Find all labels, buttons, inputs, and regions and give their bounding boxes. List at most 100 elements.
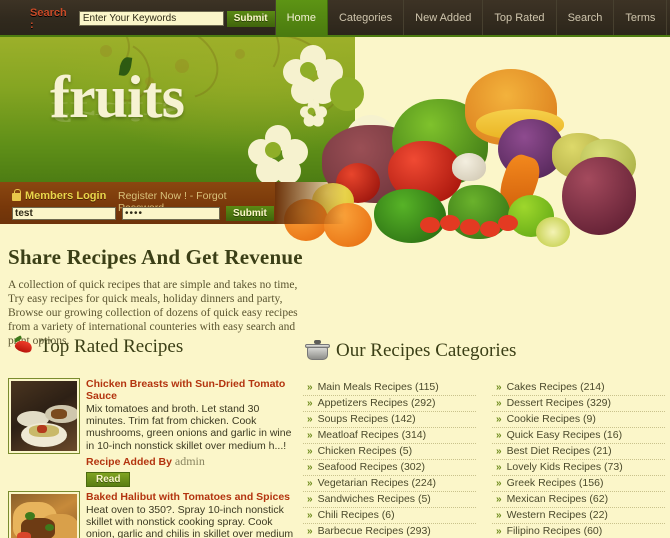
nav-item-terms[interactable]: Terms: [614, 0, 668, 37]
password-input[interactable]: [122, 207, 220, 220]
chevron-right-icon: »: [496, 462, 502, 473]
search-label: Search :: [30, 6, 67, 31]
category-item[interactable]: » Dessert Recipes (329): [492, 396, 665, 412]
recipe-thumbnail[interactable]: [8, 378, 80, 454]
chevron-right-icon: »: [496, 430, 502, 441]
category-item-label: Mexican Recipes (62): [506, 493, 609, 505]
chevron-right-icon: »: [307, 462, 313, 473]
recipe-description: Mix tomatoes and broth. Let stand 30 min…: [86, 403, 292, 452]
category-item[interactable]: » Mexican Recipes (62): [492, 492, 665, 508]
chevron-right-icon: »: [496, 510, 502, 521]
top-rated-heading-text: Top Rated Recipes: [40, 336, 184, 357]
search-input[interactable]: [78, 11, 224, 26]
recipe-item: Baked Halibut with Tomatoes and Spices H…: [8, 490, 300, 538]
category-item[interactable]: » Cookie Recipes (9): [492, 412, 665, 428]
chevron-right-icon: »: [496, 494, 502, 505]
nav-item-categories[interactable]: Categories: [327, 0, 405, 37]
intro-section: Share Recipes And Get Revenue A collecti…: [8, 245, 308, 348]
category-item[interactable]: » Quick Easy Recipes (16): [492, 428, 665, 444]
recipe-title[interactable]: Baked Halibut with Tomatoes and Spices: [86, 491, 300, 503]
nav-item-home[interactable]: Home: [274, 0, 328, 37]
category-item-label: Cakes Recipes (214): [506, 381, 605, 393]
chevron-right-icon: »: [496, 526, 502, 537]
categories-column-right: » Cakes Recipes (214) » Dessert Recipes (32…: [492, 380, 665, 538]
chevron-right-icon: »: [307, 398, 313, 409]
category-item[interactable]: » Cakes Recipes (214): [492, 380, 665, 396]
category-item-label: Filipino Recipes (60): [506, 525, 603, 537]
login-bar-fade: [275, 182, 345, 224]
page-title: Share Recipes And Get Revenue: [8, 245, 303, 269]
main-navigation: Home Categories New Added Top Rated Sear…: [274, 0, 670, 37]
recipe-added-by-label: Recipe Added By: [86, 455, 172, 468]
category-item[interactable]: » Vegetarian Recipes (224): [303, 476, 476, 492]
recipe-author: admin: [174, 453, 205, 468]
category-item[interactable]: » Meatloaf Recipes (314): [303, 428, 476, 444]
chevron-right-icon: »: [496, 382, 502, 393]
chevron-right-icon: »: [307, 446, 313, 457]
recipe-meta: Recipe Added By admin: [86, 454, 300, 469]
banner-word: fruits: [50, 64, 185, 130]
chevron-right-icon: »: [307, 510, 313, 521]
recipe-title[interactable]: Chicken Breasts with Sun-Dried Tomato Sa…: [86, 378, 300, 402]
category-item-label: Sandwiches Recipes (5): [317, 493, 431, 505]
members-login-title: Members Login: [25, 190, 107, 202]
category-item-label: Quick Easy Recipes (16): [506, 429, 623, 441]
chevron-right-icon: »: [307, 494, 313, 505]
username-input[interactable]: [12, 207, 116, 220]
category-item-label: Chicken Recipes (5): [317, 445, 413, 457]
chevron-right-icon: »: [307, 430, 313, 441]
category-item-label: Cookie Recipes (9): [506, 413, 596, 425]
categories-column-left: » Main Meals Recipes (115) » Appetizers Rec…: [303, 380, 476, 538]
category-item[interactable]: » Barbecue Recipes (293): [303, 524, 476, 538]
top-bar: Search : Submit Home Categories New Adde…: [0, 0, 670, 37]
category-item[interactable]: » Soups Recipes (142): [303, 412, 476, 428]
lock-icon: [12, 189, 21, 201]
login-submit-button[interactable]: Submit: [226, 206, 274, 221]
top-rated-recipes-list: Chicken Breasts with Sun-Dried Tomato Sa…: [8, 378, 300, 538]
nav-item-top-rated[interactable]: Top Rated: [483, 0, 557, 37]
recipe-body: Chicken Breasts with Sun-Dried Tomato Sa…: [86, 378, 300, 487]
chevron-right-icon: »: [307, 478, 313, 489]
search-area: Search : Submit: [0, 7, 275, 31]
recipe-description: Heat oven to 350?. Spray 10-inch nonstic…: [86, 503, 294, 538]
category-item-label: Chili Recipes (6): [317, 509, 395, 521]
chili-pepper-icon: [12, 335, 34, 358]
category-item-label: Appetizers Recipes (292): [317, 397, 436, 409]
chevron-right-icon: »: [307, 382, 313, 393]
category-item[interactable]: » Chili Recipes (6): [303, 508, 476, 524]
category-item[interactable]: » Lovely Kids Recipes (73): [492, 460, 665, 476]
category-item[interactable]: » Appetizers Recipes (292): [303, 396, 476, 412]
category-item[interactable]: » Seafood Recipes (302): [303, 460, 476, 476]
cooking-pot-icon: [305, 340, 331, 362]
recipe-categories-list: » Main Meals Recipes (115) » Appetizers Rec…: [303, 380, 665, 538]
page-root: Search : Submit Home Categories New Adde…: [0, 0, 670, 538]
category-item[interactable]: » Main Meals Recipes (115): [303, 380, 476, 396]
recipe-thumbnail[interactable]: [8, 490, 80, 538]
top-rated-heading: Top Rated Recipes: [12, 335, 184, 358]
nav-item-new-added[interactable]: New Added: [404, 0, 484, 37]
chevron-right-icon: »: [496, 414, 502, 425]
category-item[interactable]: » Best Diet Recipes (21): [492, 444, 665, 460]
category-item[interactable]: » Filipino Recipes (60): [492, 524, 665, 538]
category-item-label: Barbecue Recipes (293): [317, 525, 431, 537]
chevron-right-icon: »: [307, 414, 313, 425]
category-item-label: Main Meals Recipes (115): [317, 381, 439, 393]
recipe-body: Baked Halibut with Tomatoes and Spices H…: [86, 491, 300, 538]
category-item[interactable]: » Western Recipes (22): [492, 508, 665, 524]
category-item[interactable]: » Sandwiches Recipes (5): [303, 492, 476, 508]
category-item-label: Western Recipes (22): [506, 509, 608, 521]
category-item-label: Soups Recipes (142): [317, 413, 416, 425]
chevron-right-icon: »: [496, 446, 502, 457]
chevron-right-icon: »: [496, 478, 502, 489]
category-item-label: Best Diet Recipes (21): [506, 445, 612, 457]
vegetables-photo: [280, 37, 670, 272]
search-submit-button[interactable]: Submit: [226, 10, 275, 27]
read-button[interactable]: Read: [86, 471, 131, 487]
members-login-bar: Members Login Register Now ! - Forgot Pa…: [0, 182, 275, 224]
category-item-label: Vegetarian Recipes (224): [317, 477, 437, 489]
category-item[interactable]: » Greek Recipes (156): [492, 476, 665, 492]
category-item[interactable]: » Chicken Recipes (5): [303, 444, 476, 460]
category-item-label: Seafood Recipes (302): [317, 461, 425, 473]
nav-item-search[interactable]: Search: [556, 0, 615, 37]
category-item-label: Dessert Recipes (329): [506, 397, 612, 409]
